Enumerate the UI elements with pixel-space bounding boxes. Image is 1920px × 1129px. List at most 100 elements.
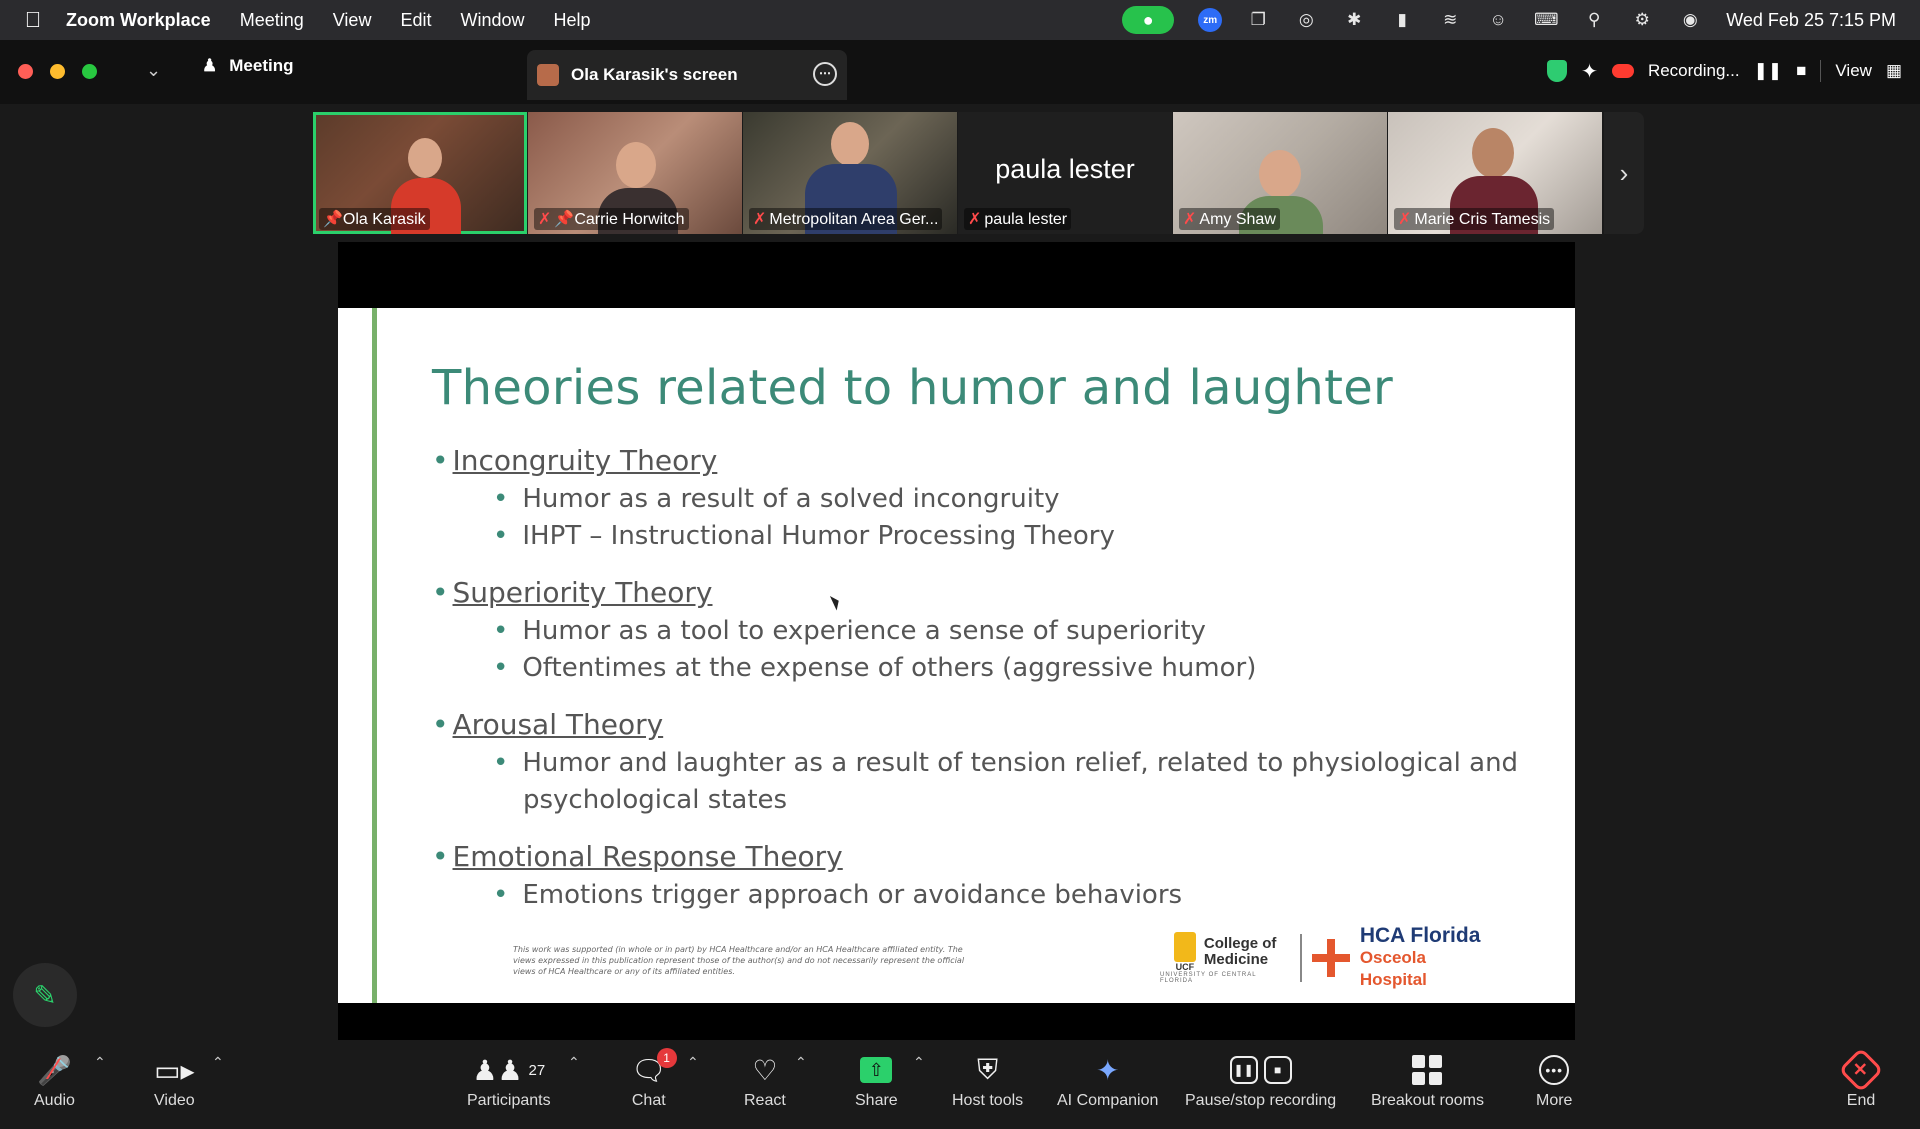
pause-icon: ❚❚: [1229, 1056, 1258, 1084]
ai-sparkle-icon[interactable]: ✦: [1581, 59, 1598, 84]
host-tools-button[interactable]: ⛨ Host tools: [952, 1052, 1023, 1110]
recording-bar: ✦ Recording... ❚❚ ■ View ▦: [1547, 54, 1902, 88]
chat-bubble-icon: 🗨 1: [631, 1048, 677, 1088]
camera-in-use-icon[interactable]: ●: [1122, 6, 1175, 34]
tab-meeting[interactable]: ♟ Meeting: [202, 56, 293, 76]
logo-divider: [1300, 934, 1303, 982]
more-button[interactable]: ••• More: [1536, 1052, 1572, 1110]
menu-help[interactable]: Help: [554, 10, 591, 31]
slide-logos: UCF College of Medicine UNIVERSITY OF CEN…: [1160, 925, 1496, 990]
view-button[interactable]: View: [1835, 61, 1872, 81]
video-tile-ola-karasik[interactable]: 📌Ola Karasik: [313, 112, 527, 234]
muted-mic-icon: ✗: [538, 211, 552, 228]
theory-heading: • Superiority Theory: [432, 576, 713, 609]
share-button[interactable]: ⇧ Share: [855, 1052, 898, 1110]
close-window-button[interactable]: [18, 64, 33, 79]
video-button[interactable]: ▭▸ Video: [154, 1052, 195, 1110]
muted-mic-icon: ✗: [1183, 211, 1197, 228]
participant-face: [1472, 128, 1514, 178]
tab-meeting-label: Meeting: [229, 56, 294, 75]
grid-view-icon[interactable]: ▦: [1886, 61, 1902, 81]
pause-recording-icon[interactable]: ❚❚: [1754, 61, 1783, 81]
theory-heading: • Incongruity Theory: [432, 444, 718, 477]
tab-shared-screen[interactable]: Ola Karasik's screen ⋯: [527, 50, 847, 100]
menubar-tray: ● zm ❐ ◎ ✱ ▮ ≋ ☺ ⌨ ⚲ ⚙ ◉ Wed Feb 25 7:15…: [1122, 0, 1896, 40]
tab-shared-screen-label: Ola Karasik's screen: [571, 65, 738, 84]
react-button[interactable]: ♡ React: [744, 1052, 786, 1110]
end-meeting-button[interactable]: ✕ End: [1838, 1047, 1884, 1110]
slide-accent-bar: [372, 308, 377, 1003]
theory-point: • IHPT – Instructional Humor Processing T…: [493, 521, 1115, 551]
stop-recording-icon[interactable]: ■: [1796, 61, 1806, 81]
muted-mic-icon: 🎤 ⁄: [37, 1053, 72, 1086]
video-off-name: paula lester: [995, 154, 1135, 184]
audio-button[interactable]: 🎤 ⁄ Audio: [34, 1052, 75, 1110]
participants-button[interactable]: ♟♟ 27 Participants: [467, 1052, 551, 1110]
zoom-tray-icon[interactable]: zm: [1198, 8, 1223, 32]
airdrop-icon[interactable]: ◎: [1294, 10, 1318, 30]
security-shield-icon[interactable]: [1547, 60, 1568, 82]
divider: [1820, 60, 1822, 82]
ucf-pegasus-icon: [1173, 932, 1196, 962]
menu-meeting[interactable]: Meeting: [240, 10, 304, 31]
video-tile-carrie-horwitch[interactable]: ✗ 📌Carrie Horwitch: [528, 112, 742, 234]
menu-edit[interactable]: Edit: [400, 10, 431, 31]
share-screen-icon: ⇧: [860, 1057, 893, 1083]
search-icon[interactable]: ⚲: [1582, 10, 1606, 30]
audio-options-caret[interactable]: ⌃: [94, 1054, 106, 1071]
participant-name-label: ✗ Amy Shaw: [1179, 208, 1280, 230]
react-options-caret[interactable]: ⌃: [795, 1054, 807, 1071]
participant-face: [831, 122, 869, 166]
slide-title: Theories related to humor and laughter: [432, 360, 1394, 416]
minimize-window-button[interactable]: [50, 64, 65, 79]
zoom-window-button[interactable]: [82, 64, 97, 79]
battery-icon[interactable]: ▮: [1390, 10, 1414, 30]
wifi-icon[interactable]: ≋: [1438, 10, 1462, 30]
user-account-icon[interactable]: ☺: [1486, 10, 1510, 30]
apple-menu-icon[interactable]: : [18, 7, 48, 33]
video-camera-icon: ▭▸: [154, 1054, 195, 1086]
theory-point-continued: psychological states: [523, 785, 788, 815]
participant-count: 27: [528, 1061, 546, 1079]
theory-point: • Emotions trigger approach or avoidance …: [493, 880, 1183, 910]
ai-companion-button[interactable]: ✦ AI Companion: [1057, 1052, 1158, 1110]
chat-unread-badge: 1: [656, 1048, 677, 1068]
mouse-pointer-icon: [829, 593, 843, 611]
menu-view[interactable]: View: [333, 10, 372, 31]
more-icon: •••: [1539, 1055, 1570, 1085]
hca-logo: HCA Florida Osceola Hospital: [1359, 924, 1481, 990]
theory-heading: • Emotional Response Theory: [432, 840, 843, 873]
muted-mic-icon: ✗: [753, 211, 767, 228]
stage-manager-icon[interactable]: ❐: [1246, 10, 1270, 30]
chevron-right-icon[interactable]: ›: [1604, 112, 1644, 234]
heart-icon: ♡: [752, 1054, 778, 1086]
theory-point: • Oftentimes at the expense of others (ag…: [493, 653, 1257, 683]
keyboard-input-icon[interactable]: ⌨: [1534, 10, 1559, 30]
video-tile-paula-lester[interactable]: paula lester ✗ paula lester: [958, 112, 1172, 234]
participants-options-caret[interactable]: ⌃: [568, 1054, 580, 1071]
meeting-stage: 📌Ola Karasik ✗ 📌Carrie Horwitch ✗ Metropol…: [0, 104, 1920, 1047]
pause-stop-recording-button[interactable]: ❚❚ ■ Pause/stop recording: [1185, 1052, 1336, 1110]
theory-point: • Humor as a result of a solved incongrui…: [493, 484, 1060, 514]
chat-button[interactable]: 🗨 1 Chat: [631, 1048, 677, 1110]
chat-options-caret[interactable]: ⌃: [687, 1054, 699, 1071]
app-menu[interactable]: Zoom Workplace: [66, 10, 211, 31]
more-options-icon[interactable]: ⋯: [813, 62, 837, 86]
recording-status: Recording...: [1647, 61, 1740, 80]
menu-window[interactable]: Window: [460, 10, 524, 31]
menubar-clock[interactable]: Wed Feb 25 7:15 PM: [1726, 10, 1896, 31]
breakout-rooms-button[interactable]: Breakout rooms: [1371, 1052, 1484, 1110]
participant-name-label: 📌Ola Karasik: [319, 208, 430, 230]
share-options-caret[interactable]: ⌃: [913, 1054, 925, 1071]
annotate-pencil-button[interactable]: ✎: [13, 963, 77, 1027]
chevron-down-icon[interactable]: ⌄: [146, 60, 161, 81]
video-tile-amy-shaw[interactable]: ✗ Amy Shaw: [1173, 112, 1387, 234]
siri-icon[interactable]: ◉: [1678, 10, 1702, 30]
video-options-caret[interactable]: ⌃: [212, 1054, 224, 1071]
ucf-logo: UCF College of Medicine UNIVERSITY OF CEN…: [1160, 932, 1290, 984]
bluetooth-icon[interactable]: ✱: [1342, 10, 1366, 30]
video-tile-metropolitan-area[interactable]: ✗ Metropolitan Area Ger...: [743, 112, 957, 234]
cloud-recording-icon: [1611, 64, 1634, 78]
control-center-icon[interactable]: ⚙: [1630, 10, 1654, 30]
video-tile-marie-cris-tamesis[interactable]: ✗ Marie Cris Tamesis: [1388, 112, 1602, 234]
